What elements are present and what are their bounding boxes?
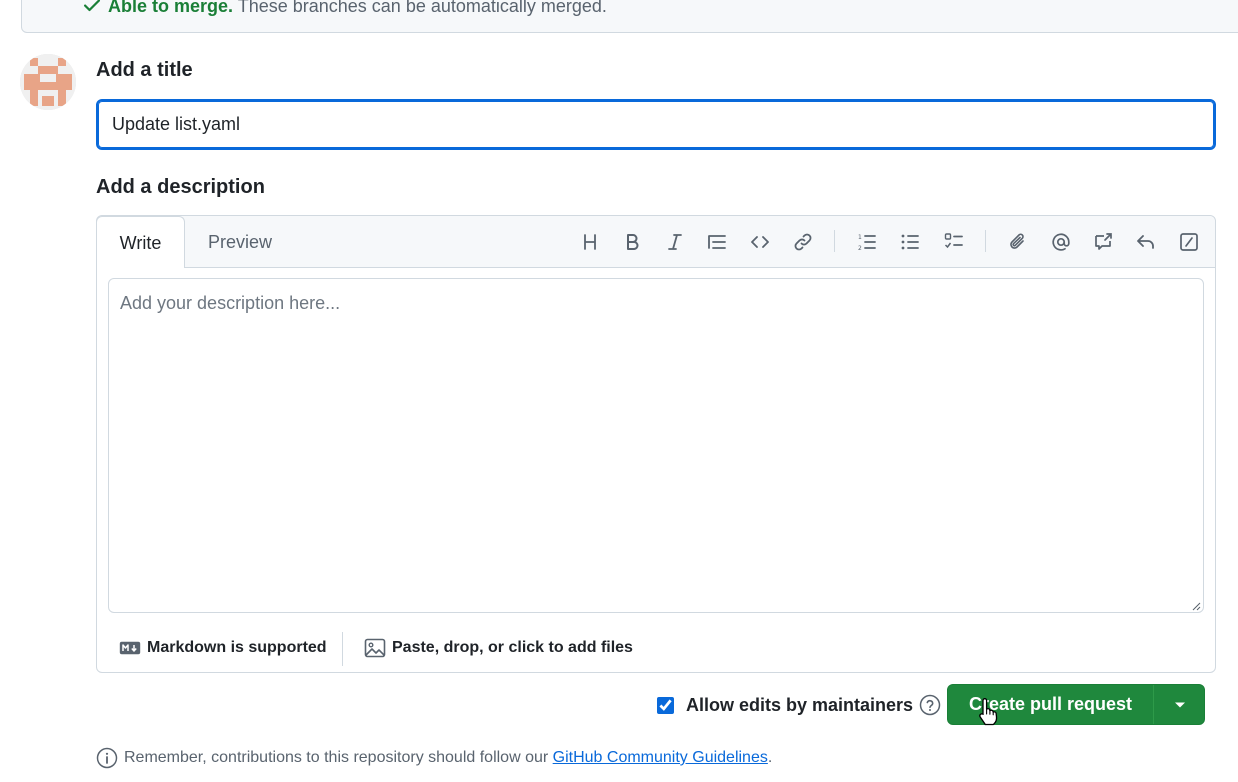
avatar[interactable] bbox=[20, 54, 76, 110]
markdown-note[interactable]: Markdown is supported bbox=[119, 624, 327, 672]
merge-status-text: Able to merge. These branches can be aut… bbox=[82, 0, 607, 17]
italic-icon[interactable] bbox=[661, 228, 689, 256]
allow-edits-row: Allow edits by maintainers bbox=[657, 692, 941, 718]
quote-icon[interactable] bbox=[703, 228, 731, 256]
tab-preview[interactable]: Preview bbox=[197, 216, 283, 268]
description-textarea[interactable] bbox=[108, 278, 1204, 613]
link-icon[interactable] bbox=[789, 228, 817, 256]
contribution-notice: Remember, contributions to this reposito… bbox=[96, 746, 772, 770]
community-guidelines-link[interactable]: GitHub Community Guidelines bbox=[553, 749, 768, 767]
caret-down-icon bbox=[1174, 702, 1185, 707]
code-icon[interactable] bbox=[746, 228, 774, 256]
markdown-editor: Write Preview 12 Add your description he… bbox=[96, 215, 1216, 673]
remember-period: . bbox=[767, 749, 773, 766]
hand-pointer-cursor-icon bbox=[979, 698, 998, 726]
remember-text: Remember, contributions to this reposito… bbox=[124, 749, 549, 766]
ordered-list-icon[interactable]: 12 bbox=[853, 228, 881, 256]
svg-text:1: 1 bbox=[858, 234, 862, 241]
image-icon bbox=[364, 638, 386, 658]
svg-text:2: 2 bbox=[858, 245, 862, 252]
mention-icon[interactable] bbox=[1047, 228, 1075, 256]
footer-divider bbox=[342, 632, 343, 666]
merge-status-message: These branches can be automatically merg… bbox=[237, 0, 607, 16]
merge-status-title: Able to merge. bbox=[108, 0, 234, 16]
create-options-dropdown[interactable] bbox=[1154, 685, 1205, 724]
toolbar-divider bbox=[834, 230, 835, 252]
title-label: Add a title bbox=[96, 59, 193, 81]
bold-icon[interactable] bbox=[618, 228, 646, 256]
add-files-button[interactable]: Paste, drop, or click to add files bbox=[364, 624, 633, 672]
markdown-icon bbox=[119, 641, 141, 655]
allow-edits-checkbox[interactable] bbox=[657, 696, 674, 714]
heading-icon[interactable] bbox=[576, 228, 604, 256]
description-label: Add a description bbox=[96, 176, 265, 198]
identicon-avatar bbox=[20, 54, 76, 110]
task-list-icon[interactable] bbox=[940, 228, 968, 256]
reply-icon[interactable] bbox=[1132, 228, 1160, 256]
check-icon bbox=[84, 0, 100, 12]
editor-footer: Markdown is supported Paste, drop, or cl… bbox=[97, 624, 1215, 672]
help-icon[interactable] bbox=[919, 694, 941, 716]
tab-write[interactable]: Write bbox=[96, 216, 185, 268]
editor-header: Write Preview 12 bbox=[96, 216, 1215, 268]
toolbar-divider bbox=[985, 230, 986, 252]
info-icon bbox=[96, 747, 118, 769]
add-files-label: Paste, drop, or click to add files bbox=[392, 639, 633, 656]
allow-edits-label[interactable]: Allow edits by maintainers bbox=[686, 695, 913, 716]
unordered-list-icon[interactable] bbox=[896, 228, 924, 256]
cross-reference-icon[interactable] bbox=[1089, 228, 1117, 256]
markdown-note-label: Markdown is supported bbox=[147, 639, 327, 656]
attach-icon[interactable] bbox=[1004, 228, 1032, 256]
resize-handle-icon[interactable] bbox=[1191, 601, 1201, 611]
title-input[interactable] bbox=[96, 99, 1216, 150]
slash-commands-icon[interactable] bbox=[1175, 228, 1203, 256]
